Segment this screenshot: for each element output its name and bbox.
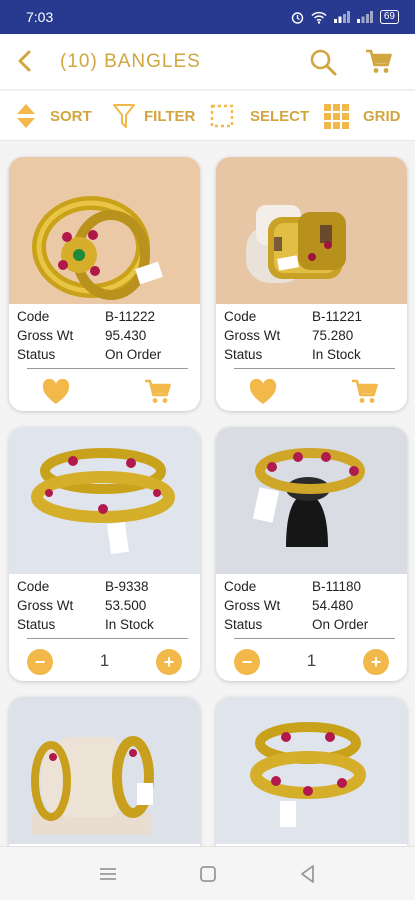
add-to-cart-icon[interactable] [350, 377, 380, 407]
sort-button[interactable]: SORT [16, 91, 92, 141]
divider [27, 368, 188, 369]
gross-wt-label: Gross Wt [224, 328, 281, 343]
quantity-stepper: − 1 + [9, 645, 200, 679]
status-icons: 69 [291, 10, 399, 24]
gross-wt-label: Gross Wt [17, 328, 74, 343]
product-gross-wt: 75.280 [312, 328, 354, 343]
back-nav-icon[interactable] [296, 862, 320, 886]
back-arrow-icon[interactable] [10, 46, 40, 76]
product-status: On Order [105, 347, 162, 362]
wishlist-heart-icon[interactable] [41, 377, 71, 407]
divider [27, 638, 188, 639]
product-card[interactable] [216, 697, 407, 846]
product-card[interactable] [9, 697, 200, 846]
signal-icon-2 [356, 11, 373, 23]
product-image[interactable] [216, 697, 407, 844]
product-status: On Order [312, 617, 369, 632]
increase-quantity-button[interactable]: + [363, 649, 389, 675]
status-label: Status [224, 617, 263, 632]
product-code: B-9338 [105, 579, 149, 594]
sort-icon [17, 104, 35, 128]
system-navigation-bar [0, 846, 415, 900]
product-gross-wt: 95.430 [105, 328, 147, 343]
product-gross-wt: 54.480 [312, 598, 354, 613]
increase-quantity-button[interactable]: + [156, 649, 182, 675]
product-code: B-11222 [105, 309, 156, 324]
product-details: Code B-11221 Gross Wt 75.280 Status In Stoc… [224, 307, 400, 364]
status-bar: 7:03 69 [0, 0, 415, 34]
product-image[interactable] [216, 157, 407, 304]
divider [234, 638, 395, 639]
product-image[interactable] [9, 157, 200, 304]
sort-filter-toolbar: SORT FILTER SELECT GRID [0, 91, 415, 141]
app-bar: (10) BANGLES [0, 34, 415, 90]
page-title: (10) BANGLES [60, 51, 201, 72]
product-details: Code B-11180 Gross Wt 54.480 Status On Orde… [224, 577, 400, 634]
signal-icon [333, 11, 350, 23]
card-actions [216, 371, 407, 411]
product-card[interactable]: Code B-9338 Gross Wt 53.500 Status In Stock… [9, 427, 200, 681]
filter-button[interactable]: FILTER [112, 91, 195, 141]
wishlist-heart-icon[interactable] [248, 377, 278, 407]
quantity-stepper: − 1 + [216, 645, 407, 679]
add-to-cart-icon[interactable] [143, 377, 173, 407]
product-card[interactable]: Code B-11222 Gross Wt 95.430 Status On Orde… [9, 157, 200, 411]
cart-icon[interactable] [364, 47, 394, 77]
select-button[interactable]: SELECT [210, 91, 309, 141]
product-card[interactable]: Code B-11221 Gross Wt 75.280 Status In Stoc… [216, 157, 407, 411]
gross-wt-label: Gross Wt [224, 598, 281, 613]
product-code: B-11221 [312, 309, 363, 324]
status-label: Status [17, 347, 56, 362]
sort-label: SORT [50, 107, 92, 125]
product-details: Code B-11222 Gross Wt 95.430 Status On Orde… [17, 307, 193, 364]
product-grid: Code B-11222 Gross Wt 95.430 Status On Orde… [0, 141, 415, 846]
battery-indicator: 69 [379, 10, 399, 24]
product-image[interactable] [9, 427, 200, 574]
home-icon[interactable] [196, 862, 220, 886]
status-label: Status [224, 347, 263, 362]
code-label: Code [224, 309, 257, 324]
search-icon[interactable] [308, 47, 338, 77]
card-actions [9, 371, 200, 411]
product-gross-wt: 53.500 [105, 598, 147, 613]
status-time: 7:03 [26, 9, 54, 25]
grid-button[interactable]: GRID [324, 91, 401, 141]
grid-icon [324, 103, 349, 129]
grid-label: GRID [363, 107, 401, 125]
wifi-icon [311, 11, 327, 24]
product-image[interactable] [216, 427, 407, 574]
product-details: Code B-9338 Gross Wt 53.500 Status In Stock [17, 577, 193, 634]
filter-label: FILTER [144, 107, 196, 125]
product-image[interactable] [9, 697, 200, 844]
alarm-icon [291, 11, 304, 24]
code-label: Code [224, 579, 257, 594]
code-label: Code [17, 309, 50, 324]
code-label: Code [17, 579, 50, 594]
product-status: In Stock [312, 347, 361, 362]
status-label: Status [17, 617, 56, 632]
gross-wt-label: Gross Wt [17, 598, 74, 613]
product-code: B-11180 [312, 579, 362, 594]
divider [234, 368, 395, 369]
filter-icon [113, 104, 135, 128]
select-label: SELECT [250, 107, 310, 125]
product-status: In Stock [105, 617, 154, 632]
recent-apps-icon[interactable] [96, 862, 120, 886]
select-icon [210, 104, 234, 128]
product-card[interactable]: Code B-11180 Gross Wt 54.480 Status On Orde… [216, 427, 407, 681]
